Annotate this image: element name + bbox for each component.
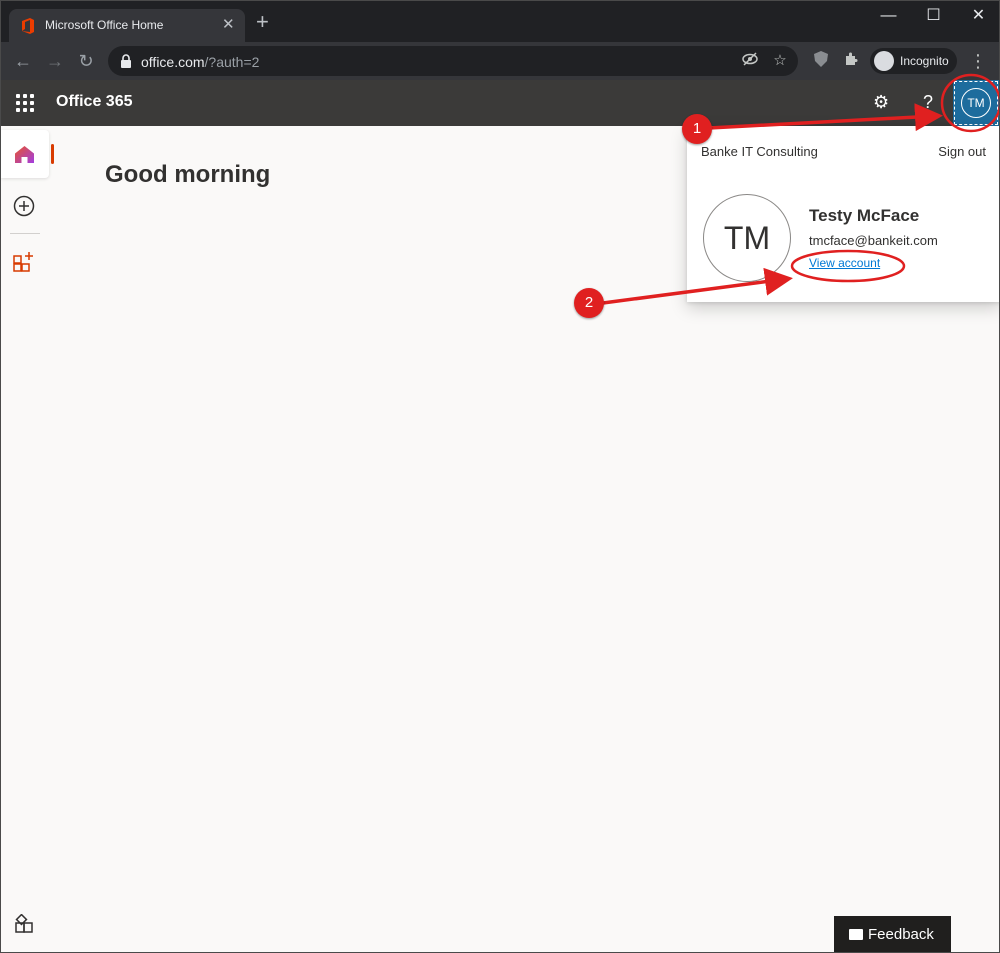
url-text: office.com/?auth=2	[141, 54, 260, 70]
view-account-link[interactable]: View account	[809, 256, 880, 270]
left-rail	[1, 126, 54, 952]
browser-tab[interactable]: Microsoft Office Home ✕	[9, 9, 245, 42]
ublock-extension-icon[interactable]	[811, 51, 831, 71]
reload-icon[interactable]: ↻	[74, 49, 98, 73]
greeting-heading: Good morning	[105, 161, 271, 188]
feedback-button[interactable]: Feedback	[834, 916, 951, 952]
browser-menu-icon[interactable]: ⋮	[969, 51, 987, 71]
address-bar[interactable]: office.com/?auth=2 ☆	[108, 46, 798, 76]
office-logo-icon	[22, 18, 34, 34]
new-tab-icon[interactable]: +	[256, 11, 269, 33]
incognito-icon	[874, 51, 894, 71]
active-indicator	[51, 144, 54, 164]
office-header: Office 365 ⚙ ?	[1, 80, 999, 126]
apps-grid-icon[interactable]	[13, 251, 35, 278]
settings-gear-icon[interactable]: ⚙	[873, 92, 889, 113]
feedback-label: Feedback	[868, 926, 934, 943]
annotation-badge-2: 2	[574, 288, 604, 318]
account-flyout: Banke IT Consulting Sign out TM Testy Mc…	[687, 126, 999, 302]
incognito-badge[interactable]: Incognito	[870, 48, 957, 74]
maximize-icon[interactable]: ☐	[911, 1, 956, 31]
minimize-icon[interactable]: —	[866, 1, 911, 31]
annotation-badge-1: 1	[682, 114, 712, 144]
avatar: TM	[961, 88, 991, 118]
rail-home-button[interactable]	[1, 130, 54, 178]
browser-window: Microsoft Office Home ✕ + — ☐ ✕ ← → ↻ of…	[0, 0, 1000, 953]
lock-icon	[121, 54, 131, 68]
tab-strip: Microsoft Office Home ✕ + — ☐ ✕	[1, 1, 999, 42]
back-arrow-icon[interactable]: ←	[11, 49, 35, 73]
browser-toolbar: ← → ↻ office.com/?auth=2 ☆ Incognito ⋮	[1, 42, 999, 80]
help-icon[interactable]: ?	[923, 92, 933, 113]
bookmark-star-icon[interactable]: ☆	[770, 51, 790, 71]
close-tab-icon[interactable]: ✕	[222, 15, 235, 33]
user-name: Testy McFace	[809, 206, 920, 225]
organization-name: Banke IT Consulting	[701, 144, 818, 159]
sign-out-link[interactable]: Sign out	[938, 144, 986, 159]
feedback-icon	[849, 929, 863, 940]
create-plus-icon[interactable]	[13, 195, 35, 222]
account-manager-button[interactable]: TM	[953, 80, 999, 126]
account-avatar: TM	[703, 194, 791, 282]
extensions-puzzle-icon[interactable]	[841, 51, 861, 71]
home-icon	[15, 146, 34, 163]
app-name[interactable]: Office 365	[56, 93, 132, 111]
close-window-icon[interactable]: ✕	[956, 1, 999, 31]
incognito-label: Incognito	[900, 54, 949, 68]
forward-arrow-icon[interactable]: →	[43, 49, 67, 73]
app-launcher-icon[interactable]	[16, 94, 34, 112]
user-email: tmcface@bankeit.com	[809, 233, 938, 248]
tab-title: Microsoft Office Home	[45, 18, 164, 32]
eye-off-icon[interactable]	[740, 51, 760, 71]
rail-divider	[10, 233, 40, 234]
store-grid-icon[interactable]	[15, 913, 35, 939]
